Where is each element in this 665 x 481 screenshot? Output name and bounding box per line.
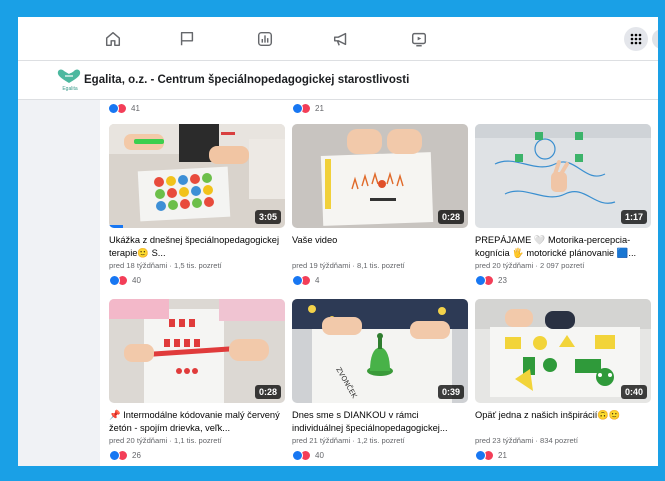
like-icon bbox=[292, 274, 303, 286]
video-thumbnail[interactable]: 3:05 bbox=[109, 124, 285, 228]
video-thumbnail[interactable]: 1:17 bbox=[475, 124, 651, 228]
grid-menu-icon[interactable] bbox=[624, 27, 648, 51]
page-header: Egalita Egalita, o.z. - Centrum špeciáln… bbox=[18, 61, 658, 100]
video-meta: pred 21 týždňami · 1,2 tis. pozretí bbox=[292, 436, 405, 445]
video-duration: 3:05 bbox=[254, 210, 281, 224]
watch-progress-bar bbox=[109, 225, 124, 228]
like-icon bbox=[475, 449, 486, 461]
video-meta: pred 18 týždňami · 1,5 tis. pozretí bbox=[109, 261, 222, 270]
video-meta: pred 23 týždňami · 834 pozretí bbox=[475, 436, 578, 445]
like-icon bbox=[292, 102, 303, 114]
video-title[interactable]: 📌 Intermodálne kódovanie malý červený že… bbox=[109, 409, 285, 434]
videos-grid: 41 21 3:05 Ukážka z dnešnej špeciálnoped… bbox=[100, 100, 658, 466]
reaction-count: 40 bbox=[315, 450, 324, 460]
page-title[interactable]: Egalita, o.z. - Centrum špeciálnopedagog… bbox=[84, 74, 409, 86]
reaction-count: 4 bbox=[315, 275, 320, 285]
video-icon[interactable] bbox=[410, 30, 428, 48]
video-meta: pred 19 týždňami · 8,1 tis. pozretí bbox=[292, 261, 405, 270]
video-title[interactable]: Vaše video bbox=[292, 234, 468, 259]
video-thumbnail[interactable]: 0:28 bbox=[292, 124, 468, 228]
video-title[interactable]: Ukážka z dnešnej špeciálnopedagogickej t… bbox=[109, 234, 285, 259]
video-meta: pred 20 týždňami · 2 097 pozretí bbox=[475, 261, 585, 270]
megaphone-icon[interactable] bbox=[332, 30, 350, 48]
browser-window: Egalita Egalita, o.z. - Centrum špeciáln… bbox=[18, 17, 658, 466]
reaction-summary[interactable]: 26 bbox=[109, 449, 141, 461]
like-icon bbox=[109, 449, 120, 461]
reaction-summary[interactable]: 21 bbox=[475, 449, 507, 461]
video-duration: 0:40 bbox=[620, 385, 647, 399]
reaction-summary[interactable]: 23 bbox=[475, 274, 507, 286]
account-avatar[interactable] bbox=[652, 29, 658, 49]
reaction-count: 23 bbox=[498, 275, 507, 285]
home-icon[interactable] bbox=[104, 30, 122, 48]
like-icon bbox=[108, 102, 119, 114]
reaction-count: 21 bbox=[498, 450, 507, 460]
reaction-summary[interactable]: 4 bbox=[292, 274, 319, 286]
analytics-icon[interactable] bbox=[256, 30, 274, 48]
reaction-count: 26 bbox=[132, 450, 141, 460]
video-thumbnail[interactable]: 0:28 bbox=[109, 299, 285, 403]
like-icon bbox=[475, 274, 486, 286]
like-icon bbox=[292, 449, 303, 461]
flag-icon[interactable] bbox=[178, 30, 196, 48]
reaction-summary[interactable]: 40 bbox=[292, 449, 324, 461]
like-icon bbox=[109, 274, 120, 286]
video-title[interactable]: PREPÁJAME 🤍 Motorika-percepcia-kognícia … bbox=[475, 234, 651, 259]
reaction-count: 21 bbox=[315, 103, 324, 113]
video-thumbnail[interactable]: ZVONČEK 0:39 bbox=[292, 299, 468, 403]
reaction-summary[interactable]: 41 bbox=[108, 102, 140, 114]
video-duration: 0:28 bbox=[254, 385, 281, 399]
video-meta: pred 20 týždňami · 1,1 tis. pozretí bbox=[109, 436, 222, 445]
logo-text: Egalita bbox=[62, 86, 78, 92]
reaction-count: 40 bbox=[132, 275, 141, 285]
video-title[interactable]: Dnes sme s DIANKOU v rámci individuálnej… bbox=[292, 409, 468, 434]
top-navigation-bar bbox=[18, 17, 658, 61]
video-thumbnail[interactable]: 0:40 bbox=[475, 299, 651, 403]
reaction-summary[interactable]: 40 bbox=[109, 274, 141, 286]
video-title[interactable]: Opäť jedna z našich inšpirácií🙃🙂 bbox=[475, 409, 651, 434]
reaction-summary[interactable]: 21 bbox=[292, 102, 324, 114]
video-duration: 0:39 bbox=[437, 385, 464, 399]
reaction-count: 41 bbox=[131, 103, 140, 113]
video-duration: 1:17 bbox=[620, 210, 647, 224]
video-duration: 0:28 bbox=[437, 210, 464, 224]
